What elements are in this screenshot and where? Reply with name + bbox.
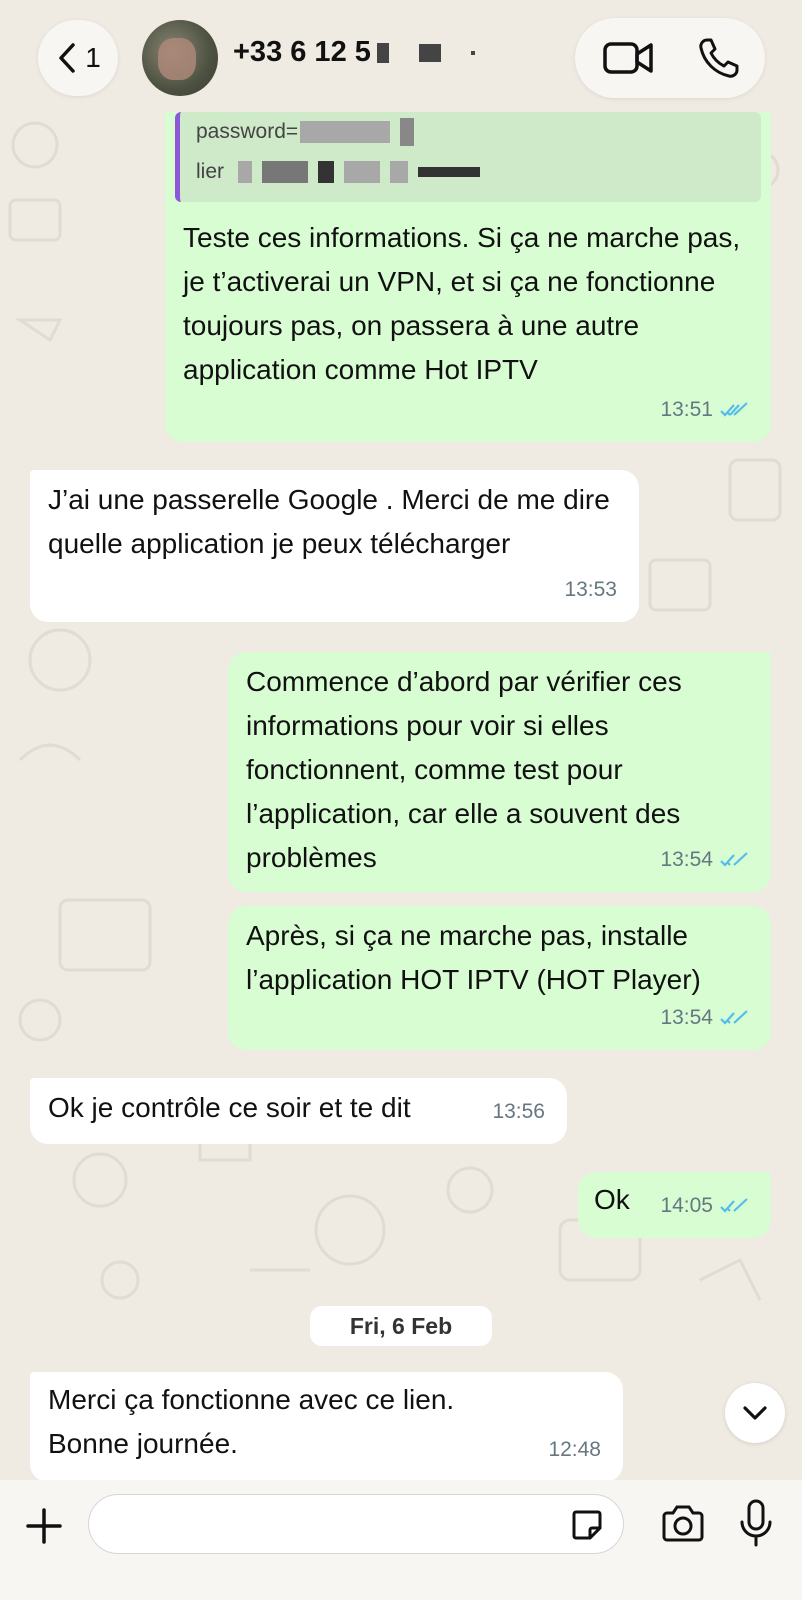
message-text: J’ai une passerelle Google . Merci de me…	[48, 484, 610, 559]
message-time: 13:51	[660, 398, 713, 421]
scroll-down-button[interactable]	[725, 1383, 785, 1443]
message-bubble-outgoing[interactable]: password= lier Teste ces informations. S…	[165, 112, 771, 442]
message-text: Après, si ça ne marche pas, installe l’a…	[246, 920, 701, 995]
quoted-message[interactable]: password= lier	[175, 112, 761, 202]
redaction	[470, 50, 475, 55]
back-chevron-icon	[59, 43, 75, 73]
message-bubble-incoming[interactable]: J’ai une passerelle Google . Merci de me…	[30, 470, 639, 622]
redaction	[376, 42, 389, 63]
voice-call-icon[interactable]	[697, 36, 741, 80]
message-bubble-outgoing[interactable]: Commence d’abord par vérifier ces inform…	[228, 652, 771, 892]
message-meta: 13:56	[492, 1090, 545, 1134]
camera-icon[interactable]	[660, 1502, 706, 1546]
message-time: 14:05	[660, 1194, 713, 1217]
message-meta: 13:53	[564, 568, 617, 612]
microphone-icon[interactable]	[738, 1498, 774, 1548]
message-meta: 14:05	[660, 1184, 749, 1228]
contact-phone: +33 6 12 5	[233, 36, 371, 68]
video-call-icon[interactable]	[603, 38, 655, 78]
message-text: Ok je contrôle ce soir et te dit	[48, 1092, 411, 1123]
scroll-down-icon	[743, 1406, 767, 1420]
message-time: 13:54	[660, 848, 713, 871]
message-time: 12:48	[548, 1438, 601, 1461]
message-bubble-incoming[interactable]: Merci ça fonctionne avec ce lien. Bonne …	[30, 1372, 623, 1482]
back-button[interactable]: 1	[38, 20, 118, 96]
chat-header: 1 +33 6 12 5	[0, 0, 802, 118]
call-actions	[575, 18, 765, 98]
plus-icon[interactable]	[22, 1504, 66, 1548]
message-time: 13:53	[564, 578, 617, 601]
sticker-icon[interactable]	[570, 1508, 604, 1542]
read-ticks-icon	[720, 852, 748, 867]
message-bubble-outgoing[interactable]: Ok 14:05	[578, 1172, 771, 1238]
message-time: 13:56	[492, 1100, 545, 1123]
composer-bar	[0, 1480, 802, 1600]
message-time: 13:54	[660, 1006, 713, 1029]
message-bubble-outgoing[interactable]: Après, si ça ne marche pas, installe l’a…	[228, 906, 771, 1050]
message-meta: 12:48	[548, 1428, 601, 1472]
avatar[interactable]	[142, 20, 218, 96]
read-ticks-icon	[720, 402, 748, 417]
quoted-line-link: lier	[196, 152, 761, 192]
message-meta: 13:51	[660, 388, 749, 432]
message-input[interactable]	[88, 1494, 624, 1554]
date-separator: Fri, 6 Feb	[310, 1306, 492, 1346]
message-meta: 13:54	[660, 996, 749, 1040]
read-ticks-icon	[720, 1198, 748, 1213]
contact-title[interactable]: +33 6 12 5	[233, 36, 475, 69]
redaction	[418, 43, 441, 62]
message-text: Teste ces informations. Si ça ne marche …	[183, 222, 741, 385]
message-text: Ok	[594, 1184, 630, 1215]
quoted-line-password: password=	[196, 112, 761, 152]
message-bubble-incoming[interactable]: Ok je contrôle ce soir et te dit 13:56	[30, 1078, 567, 1144]
unread-count: 1	[85, 42, 101, 73]
message-meta: 13:54	[660, 838, 749, 882]
read-ticks-icon	[720, 1010, 748, 1025]
message-text: Merci ça fonctionne avec ce lien. Bonne …	[48, 1384, 455, 1459]
